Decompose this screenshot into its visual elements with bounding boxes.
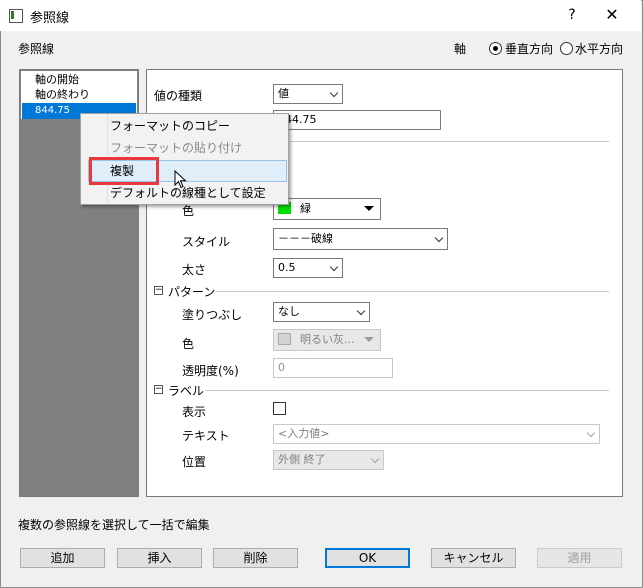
radio-horizontal[interactable] [560,42,573,55]
axis-label: 軸 [454,42,467,56]
help-button[interactable]: ? [560,5,584,25]
list-item[interactable]: 軸の終わり [35,87,90,103]
fill-label: 塗りつぶし [182,308,243,322]
collapse-icon[interactable]: − [154,385,163,394]
position-dropdown[interactable]: 外側 終了 [273,450,384,470]
line-color-dropdown[interactable]: 緑 [273,198,381,220]
value-input[interactable]: 844.75 [273,110,441,130]
show-label: 表示 [182,405,207,419]
footer-hint: 複数の参照線を選択して一括で編集 [18,518,210,532]
dropdown-triangle-icon [364,337,374,342]
radio-vertical-label[interactable]: 垂直方向 [505,40,553,57]
highlight-annotation-box [89,157,159,185]
dropdown-triangle-icon [364,206,374,211]
add-button[interactable]: 追加 [20,548,105,568]
title-bar: 参照線 ? ✕ [0,0,641,31]
value-type-dropdown[interactable]: 値 [273,84,343,104]
value-type-label: 値の種類 [154,89,203,103]
transparency-label: 透明度(%) [182,364,239,378]
chevron-down-icon [370,454,380,464]
window-icon [9,9,23,23]
list-item[interactable]: 軸の開始 [35,72,79,88]
radio-horizontal-label[interactable]: 水平方向 [575,40,623,57]
label-text-label: テキスト [182,429,230,443]
ok-button[interactable]: OK [325,548,410,568]
insert-button[interactable]: 挿入 [117,548,202,568]
apply-button[interactable]: 適用 [537,548,622,568]
chevron-down-icon [329,88,339,98]
pattern-color-label: 色 [182,337,195,351]
group-divider [205,390,609,391]
section-label: 参照線 [18,42,55,56]
line-style-dropdown[interactable]: －－－破線 [273,228,448,250]
mouse-cursor-icon [174,170,187,189]
pattern-color-dropdown[interactable]: 明るい灰... [273,329,381,351]
delete-button[interactable]: 削除 [213,548,298,568]
chevron-down-icon [329,262,339,272]
line-style-label: スタイル [182,235,231,249]
radio-vertical[interactable] [489,42,502,55]
group-divider [216,291,609,292]
chevron-down-icon [586,428,596,438]
chevron-down-icon [356,306,366,316]
show-checkbox[interactable] [273,402,286,415]
window-title: 参照線 [30,11,70,26]
position-label: 位置 [182,455,207,469]
group-divider [290,141,609,142]
color-swatch [278,333,291,345]
label-text-dropdown[interactable]: <入力値> [273,424,600,444]
line-width-label: 太さ [182,263,207,277]
close-button[interactable]: ✕ [600,5,624,25]
menu-item-copy-format[interactable]: フォーマットのコピー [110,115,230,137]
fill-dropdown[interactable]: なし [273,302,370,322]
line-width-dropdown[interactable]: 0.5 [273,258,343,278]
collapse-icon[interactable]: − [154,286,163,295]
menu-item-paste-format[interactable]: フォーマットの貼り付け [110,137,242,159]
transparency-input[interactable]: 0 [273,358,393,378]
chevron-down-icon [434,233,444,243]
cancel-button[interactable]: キャンセル [431,548,516,568]
